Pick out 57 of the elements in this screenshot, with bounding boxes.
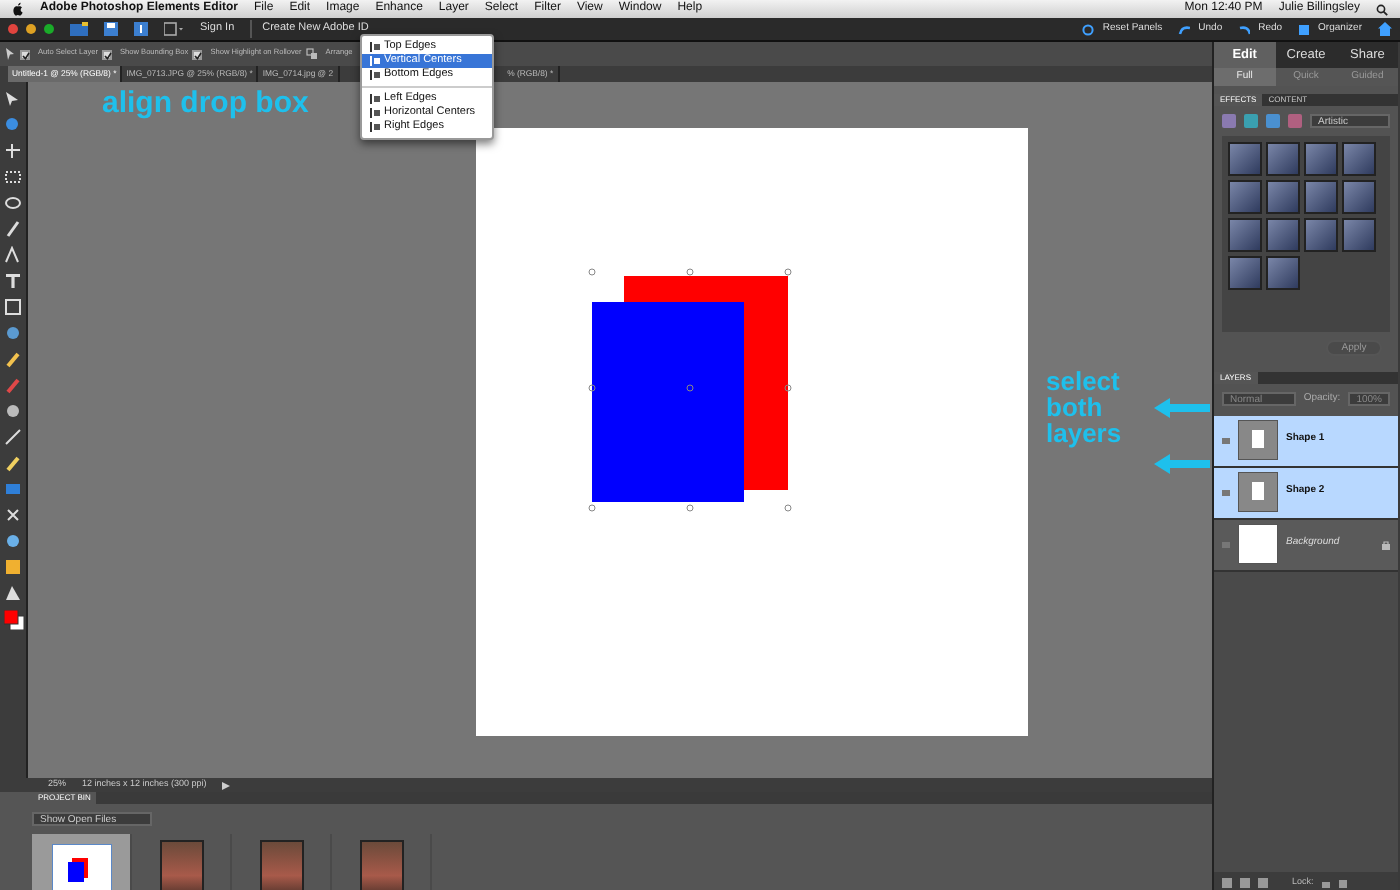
align-icon [370, 42, 380, 52]
visibility-icon[interactable] [1222, 437, 1230, 443]
layer-thumbnail [1238, 420, 1278, 460]
effect-thumbnail[interactable] [1342, 180, 1376, 214]
effect-thumbnail[interactable] [1266, 180, 1300, 214]
lock-icon[interactable] [1321, 877, 1330, 887]
layer-thumbnail [1238, 524, 1278, 564]
document-preview-drawing [51, 843, 111, 890]
photo-placeholder [359, 840, 403, 890]
effect-thumbnail[interactable] [1228, 142, 1262, 176]
arrow-icon [1154, 398, 1210, 418]
folder-icon[interactable] [70, 22, 88, 36]
effect-thumbnail[interactable] [1266, 218, 1300, 252]
effect-thumbnail[interactable] [1228, 180, 1262, 214]
layer-thumbnail [1238, 472, 1278, 512]
checkmark-icon [22, 51, 30, 59]
checkmark-icon [103, 51, 112, 59]
tool-icon[interactable] [134, 22, 148, 36]
bounding-box-handles[interactable] [588, 268, 792, 512]
adjustment-icon[interactable] [1240, 877, 1250, 887]
align-icon [370, 122, 380, 132]
reset-icon [1082, 23, 1095, 35]
effect-thumbnail[interactable] [1342, 142, 1376, 176]
effect-thumbnail[interactable] [1342, 218, 1376, 252]
effect-thumbnail[interactable] [1266, 142, 1300, 176]
undo-icon [1178, 23, 1191, 35]
trash-icon[interactable] [1337, 877, 1348, 887]
photo-placeholder [259, 840, 303, 890]
align-icon [370, 94, 380, 104]
effect-thumbnail[interactable] [1304, 218, 1338, 252]
color-swatch-icon[interactable] [3, 610, 23, 630]
effect-thumbnail[interactable] [1266, 256, 1300, 290]
effect-thumbnail[interactable] [1228, 256, 1262, 290]
layout-icon[interactable] [164, 22, 184, 36]
lock-icon [1382, 539, 1390, 549]
search-icon[interactable] [1376, 3, 1388, 15]
arrow-icon [1154, 454, 1210, 474]
file-thumbnail[interactable] [32, 834, 132, 890]
mask-icon[interactable] [1258, 877, 1268, 887]
save-icon[interactable] [104, 22, 118, 36]
effect-thumbnail[interactable] [1228, 218, 1262, 252]
redo-icon [1238, 23, 1251, 35]
checkmark-icon [194, 51, 203, 59]
align-icon [370, 108, 380, 118]
annotation-text: select both layers [1046, 368, 1124, 446]
visibility-icon[interactable] [1222, 489, 1230, 495]
organizer-icon [1298, 23, 1311, 35]
home-icon[interactable] [1378, 22, 1392, 36]
annotation-text: align drop box [102, 84, 309, 124]
align-icon [370, 56, 380, 66]
new-layer-icon[interactable] [1222, 877, 1232, 887]
effect-thumbnail[interactable] [1304, 180, 1338, 214]
move-tool-icon[interactable] [6, 48, 16, 60]
photo-placeholder [159, 840, 203, 890]
arrange-icon [305, 48, 318, 60]
effect-thumbnail[interactable] [1304, 142, 1338, 176]
align-icon [370, 70, 380, 80]
